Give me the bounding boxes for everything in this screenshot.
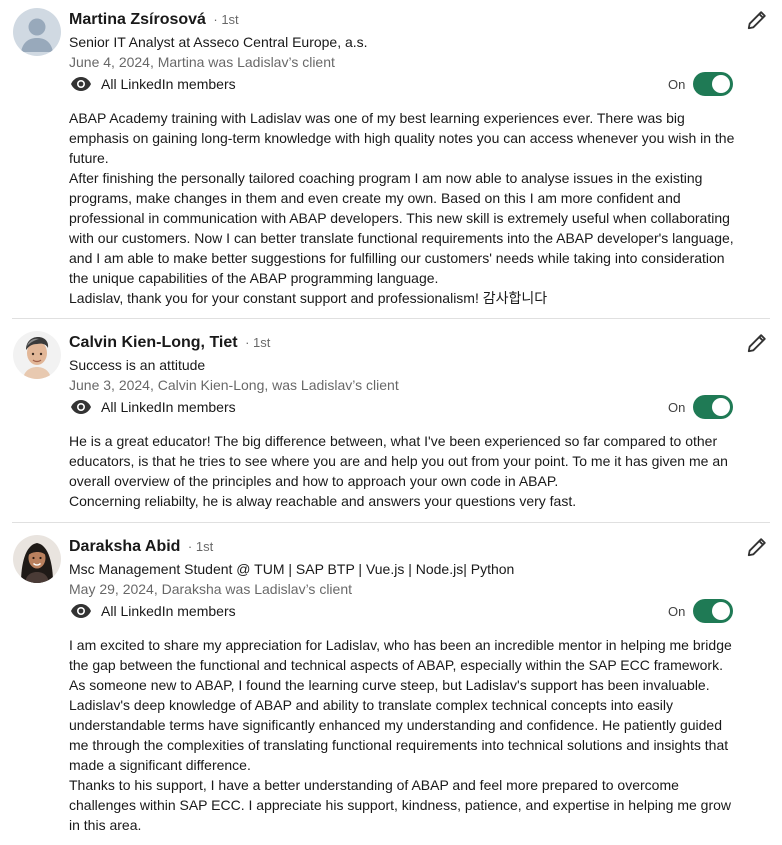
divider [12, 318, 770, 319]
edit-button[interactable] [745, 535, 769, 559]
toggle-knob [712, 602, 730, 620]
divider [12, 522, 770, 523]
visibility-setting: All LinkedIn members [70, 601, 236, 621]
man-photo-icon [13, 331, 61, 379]
show-recommendation-toggle[interactable] [693, 599, 733, 623]
pencil-icon [747, 538, 766, 557]
recommendation-paragraph: Concerning reliabilty, he is alway reach… [69, 493, 577, 509]
recommendation-paragraph: I am excited to share my appreciation fo… [69, 637, 732, 773]
recommendation-date-relationship: May 29, 2024, Daraksha was Ladislav’s cl… [69, 581, 353, 597]
visibility-label: All LinkedIn members [101, 399, 236, 415]
recommendation-paragraph: Ladislav, thank you for your constant su… [69, 290, 548, 306]
toggle-label: On [668, 76, 686, 92]
recommendation-date-relationship: June 4, 2024, Martina was Ladislav’s cli… [69, 54, 335, 70]
recommender-headline: Msc Management Student @ TUM | SAP BTP |… [69, 561, 515, 577]
visibility-label: All LinkedIn members [101, 76, 236, 92]
recommender-name[interactable]: Martina Zsírosová [69, 11, 206, 28]
recommender-headline: Senior IT Analyst at Asseco Central Euro… [69, 34, 368, 50]
eye-icon [71, 77, 91, 91]
recommender-name[interactable]: Calvin Kien-Long, Tiet [69, 334, 238, 351]
eye-icon [71, 604, 91, 618]
recommendation-paragraph: ABAP Academy training with Ladislav was … [69, 110, 735, 166]
visibility-setting: All LinkedIn members [70, 74, 236, 94]
recommendation-paragraph: After finishing the personally tailored … [69, 170, 734, 286]
toggle-label: On [668, 603, 686, 619]
connection-degree: · 1st [245, 335, 271, 350]
toggle-knob [712, 398, 730, 416]
avatar[interactable] [13, 331, 61, 379]
toggle-knob [712, 75, 730, 93]
recommendation-paragraph: He is a great educator! The big differen… [69, 433, 728, 489]
visibility-setting: All LinkedIn members [70, 397, 236, 417]
person-placeholder-icon [13, 8, 61, 56]
pencil-icon [747, 334, 766, 353]
toggle-label: On [668, 399, 686, 415]
edit-button[interactable] [745, 331, 769, 355]
recommender-name[interactable]: Daraksha Abid [69, 538, 180, 555]
show-recommendation-toggle[interactable] [693, 395, 733, 419]
recommender-headline: Success is an attitude [69, 357, 206, 373]
woman-photo-icon [13, 535, 61, 583]
recommendation-text: ABAP Academy training with Ladislav was … [69, 108, 741, 308]
recommendation-date-relationship: June 3, 2024, Calvin Kien-Long, was Ladi… [69, 377, 399, 393]
recommendation-text: He is a great educator! The big differen… [69, 431, 741, 511]
eye-icon [71, 400, 91, 414]
show-recommendation-toggle[interactable] [693, 72, 733, 96]
recommendation-paragraph: Thanks to his support, I have a better u… [69, 777, 732, 833]
pencil-icon [747, 11, 766, 30]
connection-degree: · 1st [187, 539, 214, 554]
visibility-label: All LinkedIn members [101, 603, 236, 619]
connection-degree: · 1st [213, 12, 239, 27]
recommendation-text: I am excited to share my appreciation fo… [69, 635, 741, 835]
avatar[interactable] [13, 8, 61, 56]
avatar[interactable] [13, 535, 61, 583]
edit-button[interactable] [745, 8, 769, 32]
